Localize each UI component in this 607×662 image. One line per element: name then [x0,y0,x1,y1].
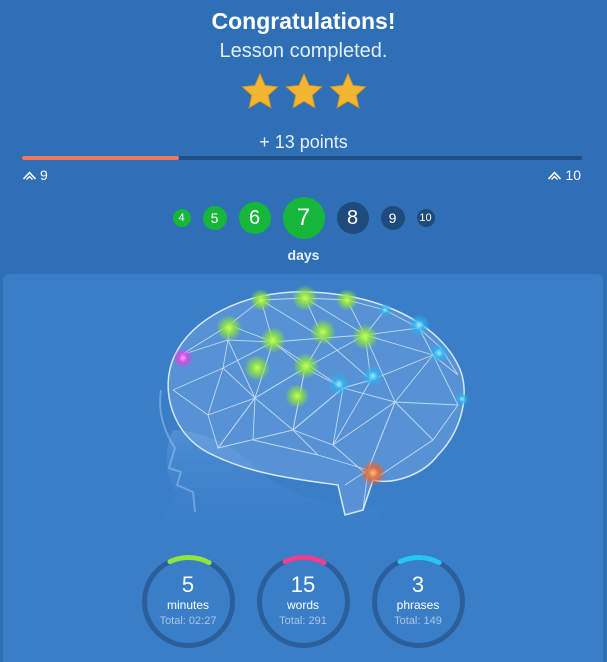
streak-day-label: 8 [346,206,359,229]
star-icon [284,72,323,109]
lesson-completed-subtitle: Lesson completed. [219,40,388,62]
words-total: Total: 291 [279,615,327,627]
phrases-value: 3 [411,572,425,597]
minutes-total: Total: 02:27 [159,615,217,627]
streak-day: 6 [238,202,271,234]
words-label: words [286,598,319,612]
streak-day: 4 [172,209,191,227]
level-chevron-icon [22,170,37,180]
next-level: 10 [547,167,581,183]
streak-day: 8 [336,202,369,234]
phrases-label: phrases [396,598,440,612]
star-icon [240,72,279,109]
brain-illustration [159,285,469,550]
minutes-value: 5 [181,572,195,597]
streak-day-label: 9 [388,210,397,226]
next-level-value: 10 [565,167,581,183]
phrases-total: Total: 149 [394,615,442,627]
streak-days: 4 5 6 7 8 9 10 [0,197,607,239]
level-chevron-icon [548,170,562,180]
points-earned: + 13 points [259,132,348,152]
minutes-stat: 5 minutes Total: 02:27 [141,554,236,649]
days-label: days [287,247,320,263]
streak-day-label: 7 [296,204,311,231]
streak-day: 5 [202,206,227,230]
words-value: 15 [290,572,316,597]
current-level-value: 9 [40,167,48,183]
stats-panel: 5 minutes Total: 02:27 15 words Total: 2… [3,274,603,662]
streak-day-label: 6 [248,206,261,229]
level-progress-bar [22,156,582,160]
streak-day-label: 4 [178,212,185,224]
level-progress-fill [22,156,179,160]
streak-day: 10 [416,209,435,227]
stars-rating [0,72,607,110]
minutes-label: minutes [166,598,210,612]
phrases-stat: 3 phrases Total: 149 [371,554,466,649]
lesson-stats: 5 minutes Total: 02:27 15 words Total: 2… [3,554,603,649]
words-stat: 15 words Total: 291 [256,554,351,649]
streak-day: 9 [380,206,405,230]
current-level: 9 [22,167,48,183]
streak-day-label: 10 [419,212,432,224]
streak-day-current: 7 [282,197,325,239]
congratulations-title: Congratulations! [211,8,396,34]
streak-day-label: 5 [210,210,219,226]
star-icon [328,72,367,109]
